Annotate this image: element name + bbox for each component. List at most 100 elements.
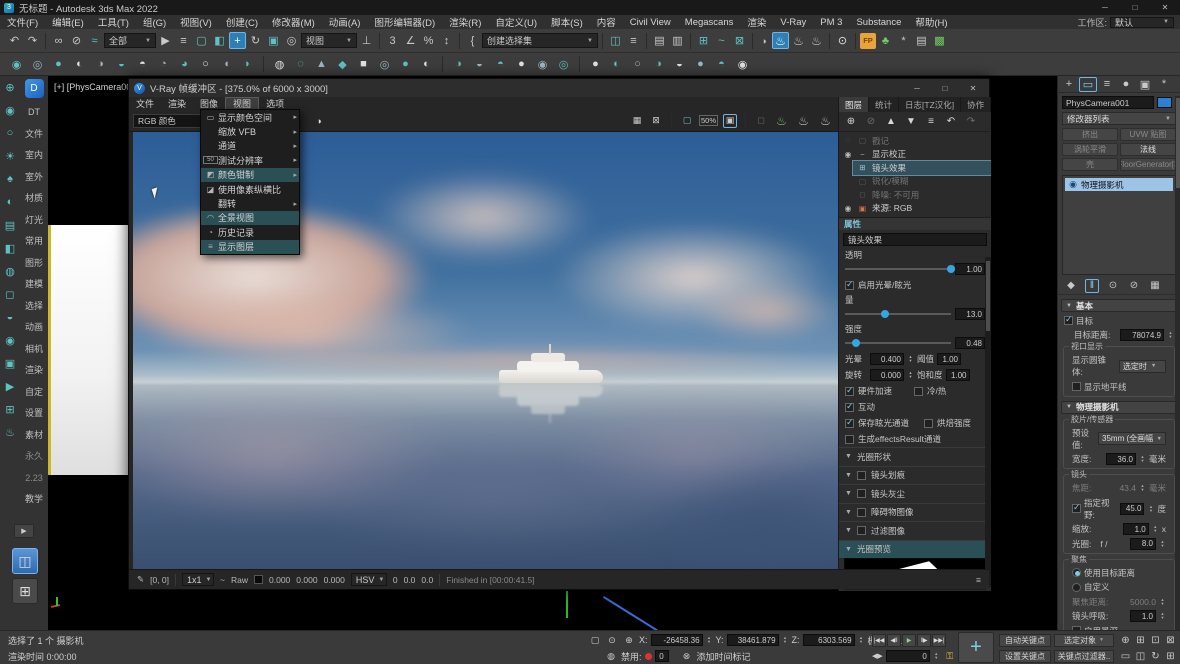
menu-item-channels[interactable]: 通道▸ xyxy=(201,139,299,153)
menu-substance[interactable]: Substance xyxy=(849,17,908,28)
saturation-value[interactable]: 1.00 xyxy=(946,369,970,381)
menu-item-zoom-vfb[interactable]: 缩放 VFB▸ xyxy=(201,124,299,138)
select-and-move-icon[interactable]: + xyxy=(229,32,246,49)
zoom-extents-icon[interactable]: ⊡ xyxy=(1148,633,1163,647)
modify-tab-icon[interactable]: ▭ xyxy=(1079,77,1097,92)
layer-stamp[interactable]: ◌ ▢ 戳记 xyxy=(839,134,991,148)
select-and-rotate-icon[interactable]: ↻ xyxy=(247,32,264,49)
spinner-icon[interactable] xyxy=(782,635,789,646)
section-filter-image[interactable]: ▼ 过滤图像 xyxy=(839,521,991,540)
sphere-preview-icon[interactable]: ◑ xyxy=(312,114,326,128)
z-coordinate-field[interactable]: 6303.569 xyxy=(803,634,855,646)
go-to-start-icon[interactable]: |◀◀ xyxy=(872,634,886,647)
extras-tool-icon[interactable]: ● xyxy=(692,56,709,73)
render-production-icon[interactable]: ♨ xyxy=(772,32,789,49)
vfb-menu-file[interactable]: 文件 xyxy=(129,97,161,110)
section-aperture-shape[interactable]: ▼ 光圈形状 xyxy=(839,447,991,466)
section-obstacle-image[interactable]: ▼ 障碍物图像 xyxy=(839,503,991,522)
add-layer-icon[interactable]: ⊕ xyxy=(844,115,858,129)
tab-collab[interactable]: 协作 xyxy=(961,97,991,112)
pivot-center-icon[interactable]: ⊥ xyxy=(358,32,375,49)
save-glare-checkbox[interactable] xyxy=(845,419,854,428)
filter-image-checkbox[interactable] xyxy=(857,526,866,535)
size-value[interactable]: 0.48 xyxy=(955,337,985,349)
effects-result-checkbox[interactable] xyxy=(845,435,854,444)
menu-item-pixel-aspect[interactable]: ◪ 使用像素纵横比 xyxy=(201,182,299,196)
key-mode-icon[interactable]: ⚿ xyxy=(943,649,957,663)
pixel-size-dropdown[interactable]: 1x1▼ xyxy=(182,573,214,586)
rail-item-common[interactable]: 常用 xyxy=(25,231,43,253)
stack-item-physcamera[interactable]: ◉ 物理摄影机 xyxy=(1065,178,1173,191)
extras-tool-icon[interactable]: ◒ xyxy=(113,56,130,73)
menu-pm3[interactable]: PM 3 xyxy=(813,17,849,28)
rail-item-render[interactable]: 渲染 xyxy=(25,360,43,382)
uvw-map-button[interactable]: UVW 贴图 xyxy=(1120,128,1176,141)
schematic-view-icon[interactable]: ~ xyxy=(713,32,730,49)
extras-tool-icon[interactable]: ◑ xyxy=(650,56,667,73)
extras-tool-icon[interactable]: ◓ xyxy=(713,56,730,73)
make-unique-icon[interactable]: ⊙ xyxy=(1106,279,1120,293)
extras-tool-icon[interactable]: ◉ xyxy=(8,56,25,73)
vfb-menu-render[interactable]: 渲染 xyxy=(161,97,193,110)
lens-dust-checkbox[interactable] xyxy=(857,489,866,498)
weight-slider[interactable] xyxy=(845,313,951,315)
extras-tool-icon[interactable]: ◒ xyxy=(471,56,488,73)
render-in-cloud-icon[interactable]: ⊙ xyxy=(834,32,851,49)
pin-stack-icon[interactable]: ◆ xyxy=(1064,279,1078,293)
lens-breathing-field[interactable]: 1.0 xyxy=(1130,610,1156,622)
menu-vray[interactable]: V-Ray xyxy=(773,17,813,28)
menu-modifiers[interactable]: 修改器(M) xyxy=(265,15,322,29)
spinner-icon[interactable] xyxy=(1159,611,1166,622)
size-slider[interactable] xyxy=(845,342,951,344)
rail-item-modeling[interactable]: 建模 xyxy=(25,274,43,296)
zoom-icon[interactable]: ⊕ xyxy=(1118,633,1133,647)
menu-item-show-layers[interactable]: ≡ 显示图层 xyxy=(201,240,299,254)
rail-item-dt[interactable]: DT xyxy=(28,102,40,124)
sphere-icon[interactable]: ◒ xyxy=(3,310,17,324)
teapot-icon[interactable]: ♨ xyxy=(3,425,17,439)
material-editor-icon[interactable]: ⊠ xyxy=(731,32,748,49)
save-layers-icon[interactable]: ▼ xyxy=(904,115,918,129)
cone-dropdown[interactable]: 选定时▼ xyxy=(1119,360,1166,373)
zoom-extents-all-icon[interactable]: ⊠ xyxy=(1163,633,1178,647)
menu-item-flip[interactable]: 翻转▸ xyxy=(201,196,299,210)
auto-key-button[interactable]: 自动关键点 xyxy=(999,634,1051,647)
rail-item-exterior[interactable]: 室外 xyxy=(25,167,43,189)
play-icon[interactable]: ▶ xyxy=(902,634,916,647)
absolute-mode-icon[interactable]: ⊕ xyxy=(622,633,636,647)
select-and-place-icon[interactable]: ◎ xyxy=(283,32,300,49)
modifier-stack[interactable]: ◉ 物理摄影机 xyxy=(1062,175,1176,275)
go-to-end-icon[interactable]: ▶▶| xyxy=(932,634,946,647)
create-key-button[interactable]: + xyxy=(958,632,994,663)
grid-icon[interactable]: ⊞ xyxy=(3,402,17,416)
extras-tool-icon[interactable]: ◗ xyxy=(239,56,256,73)
show-frame-icon[interactable]: ▣ xyxy=(723,114,737,128)
curve-editor-icon[interactable]: ⊞ xyxy=(695,32,712,49)
video-icon[interactable]: ▶ xyxy=(3,379,17,393)
render-start-icon[interactable]: ♨ xyxy=(773,112,790,129)
tab-stats[interactable]: 统计 xyxy=(869,97,899,112)
edit-named-selections-icon[interactable]: { xyxy=(464,32,481,49)
rail-item-light[interactable]: 灯光 xyxy=(25,210,43,232)
maximize-icon[interactable]: □ xyxy=(931,80,959,96)
vfb-titlebar[interactable]: V V-Ray 帧缓冲区 - [375.0% of 6000 x 3000] ─… xyxy=(129,79,989,97)
library-icon[interactable]: ▤ xyxy=(3,218,17,232)
spinner-icon[interactable] xyxy=(706,635,713,646)
section-lens-scratches[interactable]: ▼ 镜头划痕 xyxy=(839,466,991,485)
threshold-value[interactable]: 1.00 xyxy=(937,353,961,365)
show-end-result-icon[interactable]: ‖ xyxy=(1085,279,1099,293)
snap-toggle-icon[interactable]: 3 xyxy=(384,32,401,49)
extras-tool-icon[interactable]: ▲ xyxy=(313,56,330,73)
angle-snap-icon[interactable]: ∠ xyxy=(402,32,419,49)
menu-item-color-clamp[interactable]: ◩ 颜色钳制▸ xyxy=(201,168,299,182)
mirror-icon[interactable]: ◫ xyxy=(607,32,624,49)
reference-coordinate-dropdown[interactable]: 视图▼ xyxy=(301,33,357,48)
visibility-icon[interactable]: ◉ xyxy=(843,150,853,159)
rail-item-material[interactable]: 材质 xyxy=(25,188,43,210)
listener-icon[interactable]: ▤ xyxy=(913,32,930,49)
lightbulb-icon[interactable]: ○ xyxy=(3,126,17,140)
menu-item-test-resolution[interactable]: 50 测试分辨率▸ xyxy=(201,153,299,167)
extras-tool-icon[interactable]: ● xyxy=(397,56,414,73)
layer-explorer-icon[interactable]: ▤ xyxy=(651,32,668,49)
layout-two-pane-button[interactable]: ◫ xyxy=(12,548,38,574)
